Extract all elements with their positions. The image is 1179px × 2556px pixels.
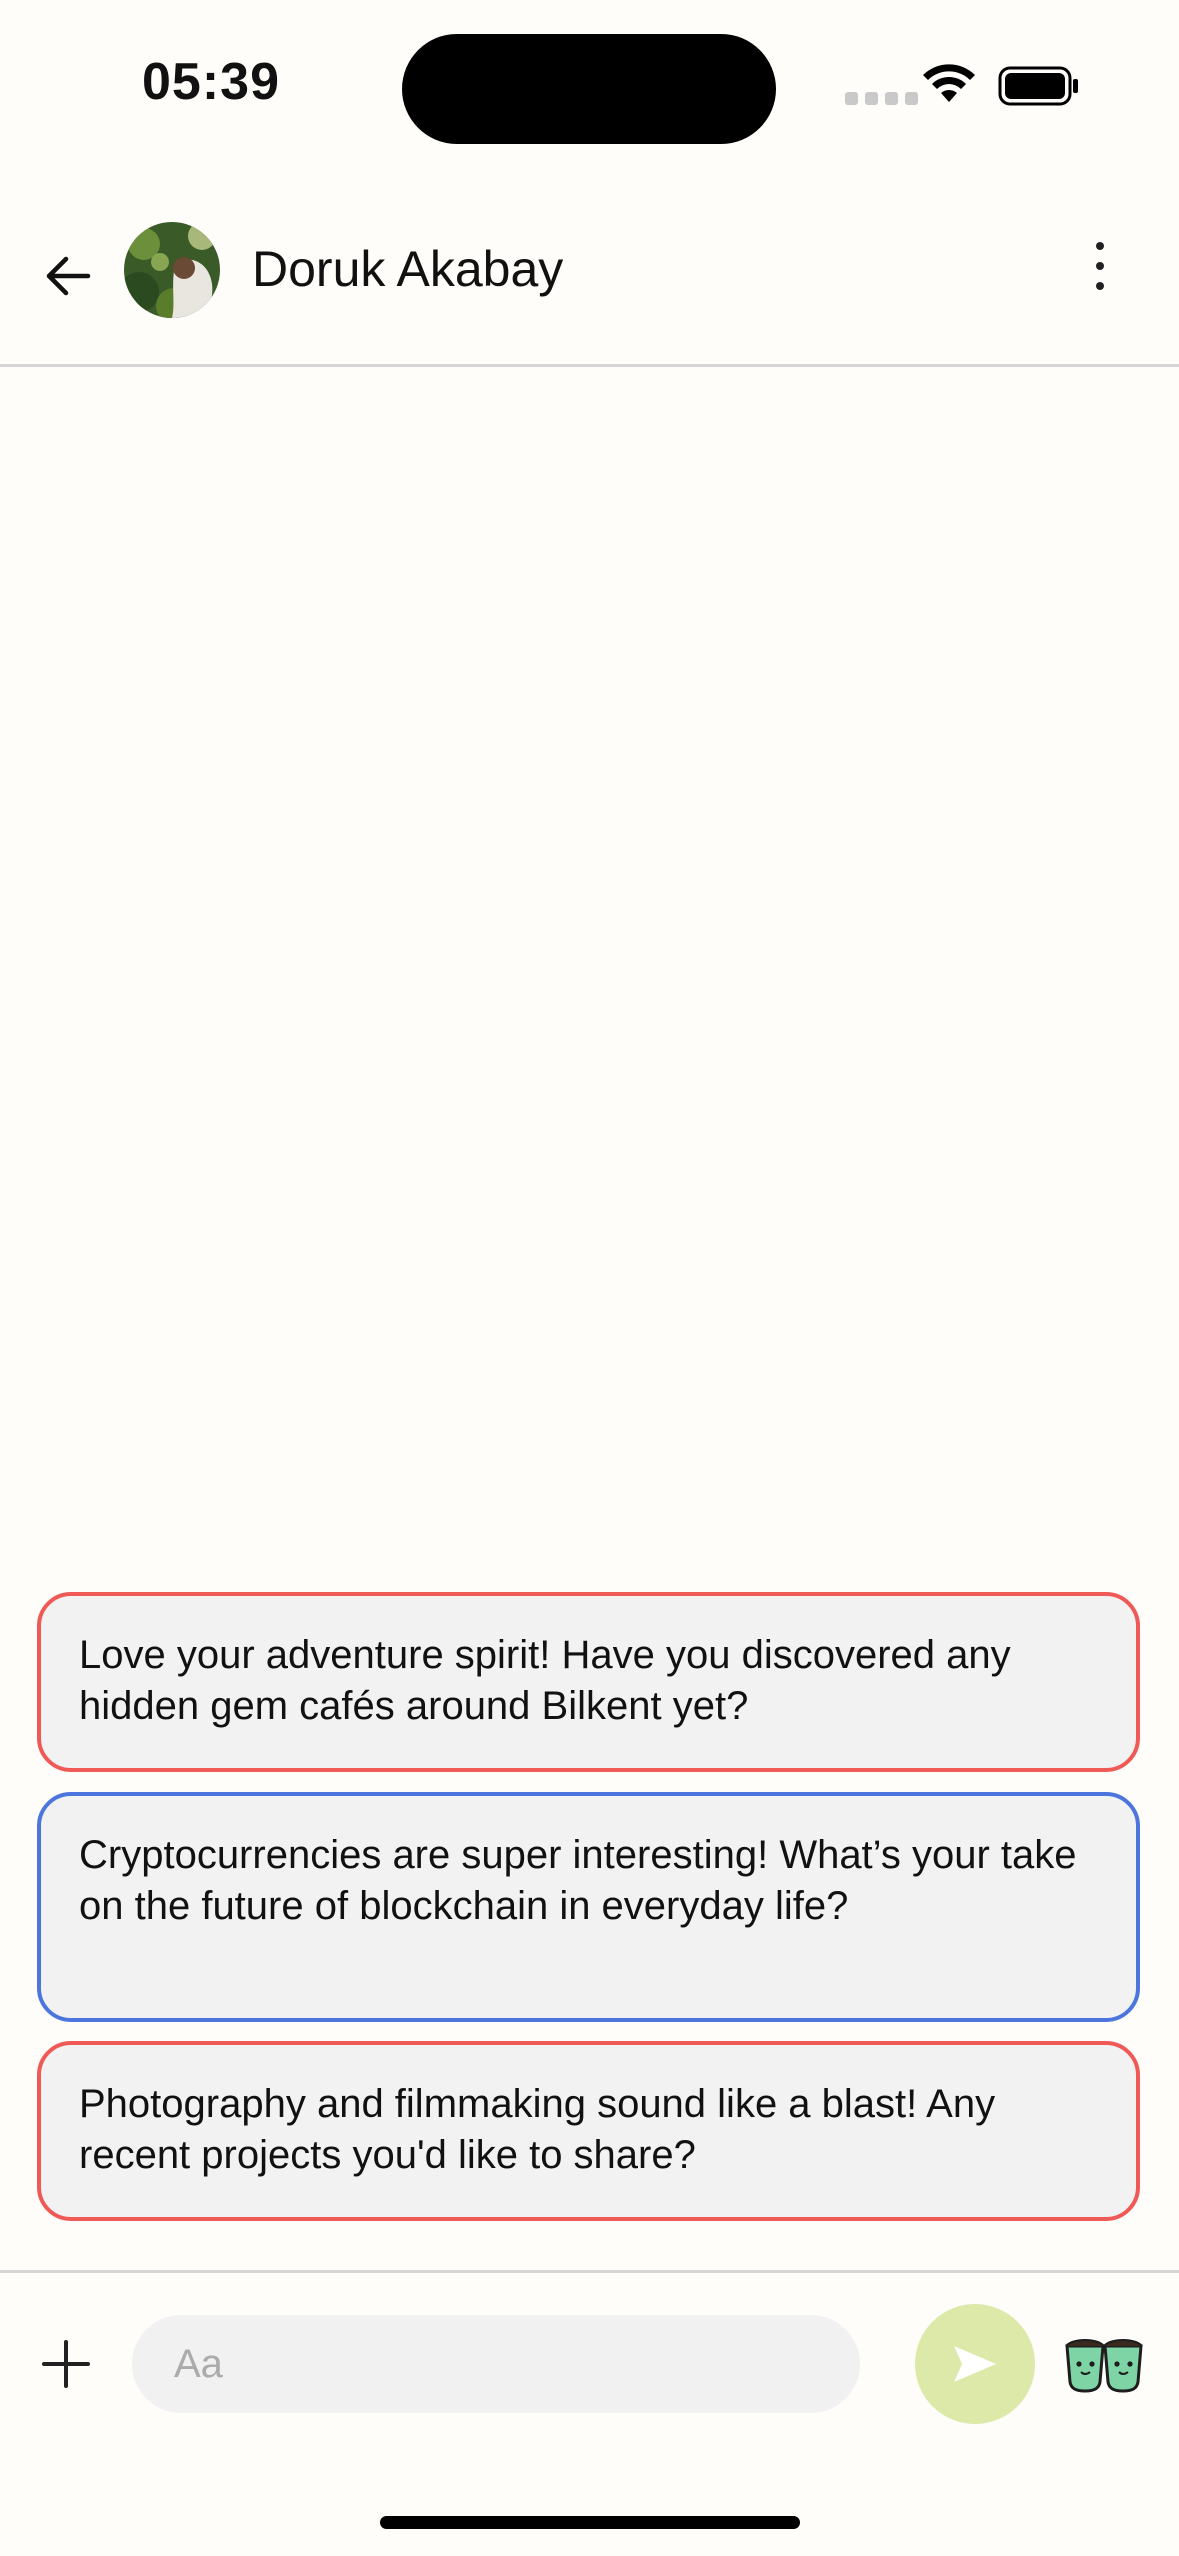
header-divider (0, 364, 1179, 367)
suggested-message[interactable]: Love your adventure spirit! Have you dis… (37, 1592, 1140, 1772)
cellular-signal-icon (845, 92, 918, 105)
wifi-icon (923, 64, 975, 102)
send-icon (954, 2346, 996, 2382)
message-input[interactable] (132, 2315, 860, 2413)
home-indicator (380, 2516, 800, 2529)
status-time: 05:39 (142, 53, 280, 111)
composer-divider (0, 2270, 1179, 2273)
chat-header: Doruk Akabay (0, 196, 1179, 366)
contact-name[interactable]: Doruk Akabay (252, 240, 563, 298)
more-vertical-icon[interactable] (1090, 236, 1110, 296)
send-button[interactable] (915, 2304, 1035, 2424)
dynamic-island (402, 34, 776, 144)
arrow-left-icon[interactable] (40, 246, 100, 306)
suggested-message[interactable]: Cryptocurrencies are super interesting! … (37, 1792, 1140, 2022)
twin-cups-mascot-icon[interactable] (1063, 2332, 1145, 2394)
battery-icon (998, 66, 1078, 106)
plus-icon[interactable] (40, 2338, 92, 2390)
avatar[interactable] (124, 222, 220, 318)
suggested-message[interactable]: Photography and filmmaking sound like a … (37, 2041, 1140, 2221)
